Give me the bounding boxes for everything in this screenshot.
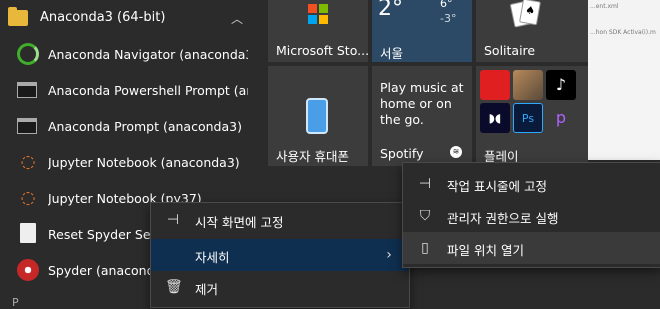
background-window-body xyxy=(588,40,660,160)
chevron-up-icon: ︿ xyxy=(231,12,244,26)
menu-item-more[interactable]: 자세히 › xyxy=(151,239,409,271)
background-window-line: ...hon SDK Activa(i).m xyxy=(590,29,656,36)
cards-icon: ♠ xyxy=(509,0,544,28)
store-icon xyxy=(308,4,328,24)
dolby-icon: ◗◖ xyxy=(480,103,510,133)
menu-item-pin-to-start[interactable]: ⊣ 시작 화면에 고정 xyxy=(151,204,409,236)
menu-item-label: 관리자 권한으로 실행 xyxy=(447,211,559,226)
tile-label: Microsoft Sto... xyxy=(276,43,370,58)
section-letter: P xyxy=(12,296,19,309)
document-icon xyxy=(20,223,36,243)
menu-item-run-as-admin[interactable]: ⛉ 관리자 권한으로 실행 xyxy=(403,200,660,232)
weather-temp: 2° xyxy=(378,0,403,21)
menu-item-label: 시작 화면에 고정 xyxy=(195,215,284,230)
menu-item-label: 제거 xyxy=(195,282,219,297)
picsart-icon: p xyxy=(546,103,576,133)
app-item-anaconda-prompt[interactable]: Anaconda Prompt (anaconda3) xyxy=(0,108,260,144)
shield-icon: ⛉ xyxy=(419,208,431,224)
tile-spotify[interactable]: Play music at home or on the go. Spotify… xyxy=(372,66,472,166)
roblox-icon xyxy=(480,70,510,100)
background-window-line: ...ent.xml xyxy=(590,3,619,10)
anaconda-ring-icon xyxy=(17,43,39,65)
folder-open-icon: ▯ xyxy=(421,240,429,256)
app-item-label: Jupyter Notebook (anaconda3) xyxy=(48,155,240,170)
tile-microsoft-store[interactable]: Microsoft Sto... xyxy=(268,0,370,62)
jupyter-icon: ◌ xyxy=(20,188,36,208)
spotify-icon: ≋ xyxy=(450,146,462,158)
tile-play[interactable]: ♪ ◗◖ Ps p 플레이 xyxy=(476,66,588,166)
tile-label: Spotify xyxy=(380,146,424,161)
pin-icon: ⊣ xyxy=(166,212,180,228)
tiktok-icon: ♪ xyxy=(546,70,576,100)
console-icon xyxy=(17,82,37,98)
weather-high: 6° xyxy=(440,0,453,10)
app-item-label: Anaconda Prompt (anaconda3) xyxy=(48,119,242,134)
tile-weather[interactable]: 2° 6° -3° 서울 xyxy=(372,0,472,62)
spyder-icon xyxy=(17,259,39,281)
jupyter-icon: ◌ xyxy=(20,152,36,172)
app-group-header[interactable]: Anaconda3 (64-bit) ︿ xyxy=(0,0,260,36)
menu-item-label: 자세히 xyxy=(195,250,230,265)
app-item-jupyter-anaconda3[interactable]: ◌ Jupyter Notebook (anaconda3) xyxy=(0,144,260,180)
menu-item-open-file-location[interactable]: ▯ 파일 위치 열기 xyxy=(403,232,660,264)
tile-label: 서울 xyxy=(380,46,404,61)
context-menu: ⊣ 시작 화면에 고정 자세히 › 🗑 제거 xyxy=(150,202,410,308)
trash-icon: 🗑 xyxy=(165,279,183,295)
spotify-tagline: Play music at home or on the go. xyxy=(380,80,464,127)
app-item-label: Anaconda Powershell Prompt (ana... xyxy=(48,83,248,98)
photoshop-icon: Ps xyxy=(513,103,543,133)
phone-icon xyxy=(306,98,328,134)
menu-item-label: 파일 위치 열기 xyxy=(447,243,524,258)
tile-label: 사용자 휴대폰 xyxy=(276,149,349,164)
menu-item-pin-to-taskbar[interactable]: ⊣ 작업 표시줄에 고정 xyxy=(403,168,660,200)
tile-label: Solitaire xyxy=(484,43,536,58)
pin-icon: ⊣ xyxy=(418,176,432,192)
app-item-anaconda-powershell[interactable]: Anaconda Powershell Prompt (ana... xyxy=(0,72,260,108)
tile-solitaire[interactable]: ♠ Solitaire xyxy=(476,0,588,62)
menu-item-label: 작업 표시줄에 고정 xyxy=(447,179,547,194)
app-group-label: Anaconda3 (64-bit) xyxy=(40,10,166,25)
console-icon xyxy=(17,118,37,134)
app-item-label: Anaconda Navigator (anaconda3) xyxy=(48,47,248,62)
submenu: ⊣ 작업 표시줄에 고정 ⛉ 관리자 권한으로 실행 ▯ 파일 위치 열기 xyxy=(402,162,660,268)
background-window: ...ent.xml ...hon SDK Activa(i).m xyxy=(588,0,660,40)
game-icon xyxy=(513,70,543,100)
folder-icon xyxy=(8,7,28,26)
app-item-anaconda-navigator[interactable]: Anaconda Navigator (anaconda3) xyxy=(0,36,260,72)
chevron-right-icon: › xyxy=(386,247,392,263)
menu-item-uninstall[interactable]: 🗑 제거 xyxy=(151,271,409,303)
weather-low: -3° xyxy=(440,12,457,25)
